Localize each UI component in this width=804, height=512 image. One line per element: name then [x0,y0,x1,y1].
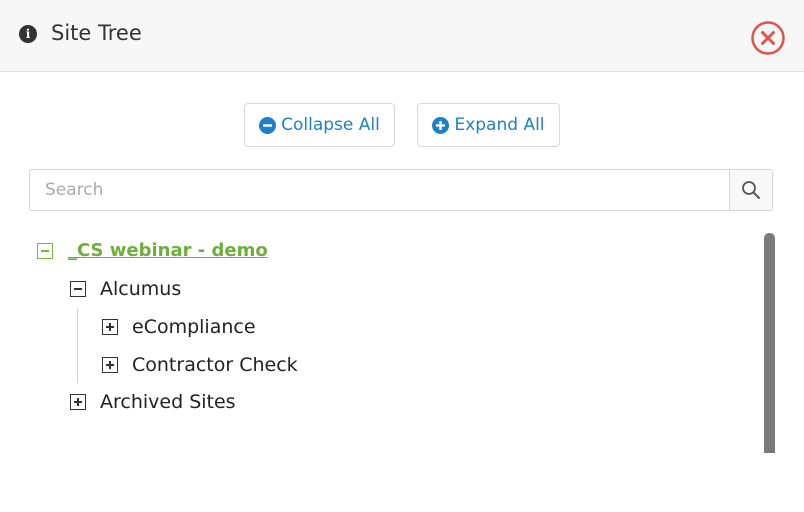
tree-node-label[interactable]: eCompliance [132,316,256,338]
collapse-toggle-icon[interactable] [37,242,53,259]
tree-scrollbar[interactable] [764,233,775,453]
tree-node-alcumus[interactable]: Alcumus [70,278,181,300]
info-icon: i [19,25,37,43]
close-circle-icon [751,21,785,55]
tree-node-archived-sites[interactable]: Archived Sites [70,391,236,413]
tree-node-label[interactable]: Archived Sites [100,391,236,413]
tree-node-label[interactable]: Alcumus [100,278,181,300]
tree-node-label[interactable]: _CS webinar - demo [68,240,268,261]
search-box [29,169,773,211]
tree-node-label[interactable]: Contractor Check [132,354,298,376]
collapse-toggle-icon[interactable] [70,281,86,297]
tree-node-ecompliance[interactable]: eCompliance [102,316,256,338]
search-button[interactable] [729,170,772,210]
plus-circle-icon [432,116,450,134]
expand-all-button[interactable]: Expand All [417,103,560,147]
tree-guide-line [77,309,78,383]
expand-toggle-icon[interactable] [102,319,118,335]
tree-node-root[interactable]: _CS webinar - demo [37,240,268,261]
dialog-header: i Site Tree [0,0,804,72]
collapse-all-label: Collapse All [281,115,380,135]
expand-all-label: Expand All [454,115,545,135]
expand-toggle-icon[interactable] [102,357,118,373]
expand-toggle-icon[interactable] [70,394,86,410]
close-button[interactable] [750,20,786,56]
search-input[interactable] [30,170,730,210]
dialog-title: Site Tree [51,21,142,45]
minus-circle-icon [259,116,277,134]
collapse-all-button[interactable]: Collapse All [244,103,395,147]
search-icon [742,181,760,199]
tree-node-contractor-check[interactable]: Contractor Check [102,354,298,376]
